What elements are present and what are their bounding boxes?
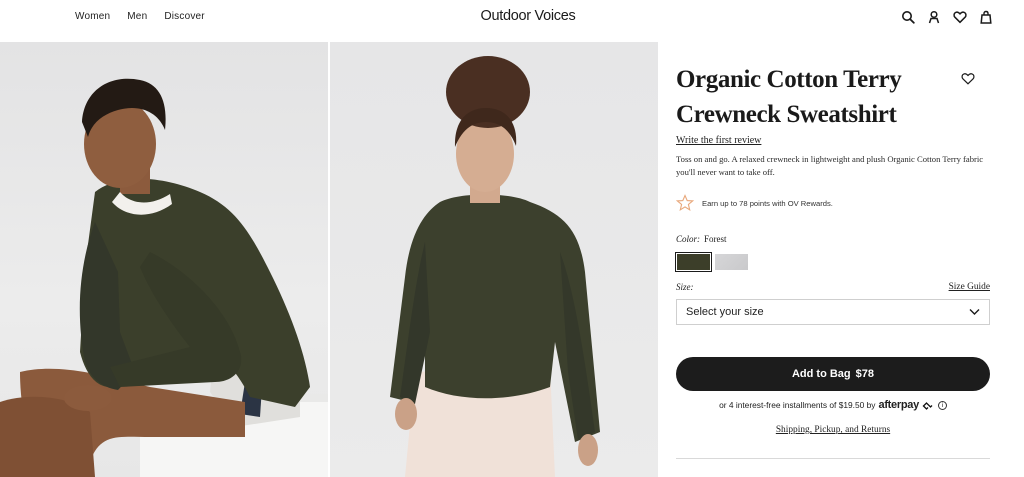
header-icons bbox=[901, 10, 993, 24]
afterpay-logo-icon bbox=[922, 401, 933, 410]
afterpay-text: or 4 interest-free installments of $19.5… bbox=[719, 400, 876, 410]
add-to-bag-price: $78 bbox=[855, 368, 875, 380]
swatch-grey[interactable] bbox=[715, 254, 748, 270]
heart-icon[interactable] bbox=[961, 72, 975, 85]
brand-logo[interactable]: Outdoor Voices bbox=[0, 8, 1024, 24]
chevron-down-icon bbox=[969, 309, 980, 315]
color-value: Forest bbox=[704, 234, 727, 244]
rewards-text: Earn up to 78 points with OV Rewards. bbox=[702, 198, 833, 208]
search-icon[interactable] bbox=[901, 10, 915, 24]
color-row: Color: Forest bbox=[676, 234, 727, 244]
site-header: Women Men Discover Outdoor Voices bbox=[0, 0, 1024, 42]
color-swatches bbox=[675, 252, 749, 272]
product-gallery bbox=[0, 42, 658, 477]
product-image-female-model[interactable] bbox=[330, 42, 658, 477]
star-icon bbox=[676, 194, 694, 211]
size-label: Size: bbox=[676, 282, 694, 292]
size-select-placeholder: Select your size bbox=[686, 306, 764, 318]
product-description: Toss on and go. A relaxed crewneck in li… bbox=[676, 154, 984, 177]
wishlist-icon[interactable] bbox=[953, 10, 967, 24]
add-to-bag-button[interactable]: Add to Bag $78 bbox=[676, 357, 990, 391]
afterpay-row: or 4 interest-free installments of $19.5… bbox=[676, 399, 990, 411]
bag-icon[interactable] bbox=[979, 10, 993, 24]
shipping-returns-link[interactable]: Shipping, Pickup, and Returns bbox=[676, 425, 990, 435]
divider bbox=[676, 458, 990, 459]
product-image-male-model[interactable] bbox=[0, 42, 328, 477]
account-icon[interactable] bbox=[927, 10, 941, 24]
rewards-banner: Earn up to 78 points with OV Rewards. bbox=[676, 194, 833, 212]
add-to-bag-label: Add to Bag bbox=[791, 368, 851, 380]
afterpay-brand: afterpay bbox=[878, 399, 920, 411]
color-label: Color: bbox=[676, 234, 701, 244]
size-guide-link[interactable]: Size Guide bbox=[949, 282, 990, 292]
info-icon[interactable]: i bbox=[937, 400, 947, 410]
product-title: Organic Cotton Terry Crewneck Sweatshirt bbox=[676, 66, 902, 128]
write-review-link[interactable]: Write the first review bbox=[676, 135, 761, 146]
size-select[interactable]: Select your size bbox=[676, 299, 990, 325]
swatch-forest[interactable] bbox=[675, 252, 712, 272]
